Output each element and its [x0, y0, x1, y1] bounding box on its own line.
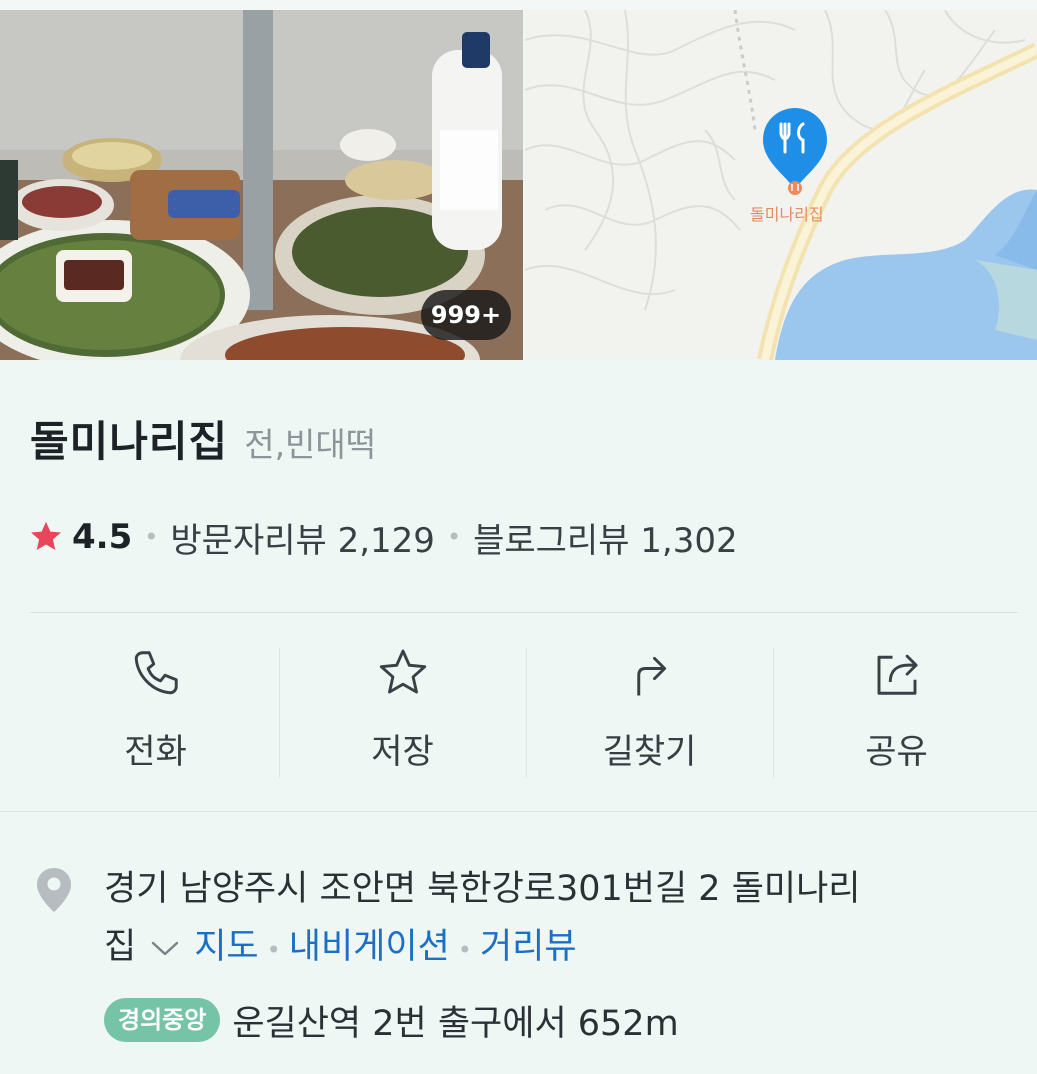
- separator-dot: •: [144, 523, 159, 551]
- star-rating-icon: [31, 521, 61, 551]
- map-link[interactable]: 지도: [194, 927, 258, 967]
- photo-count-badge[interactable]: 999+: [421, 290, 511, 340]
- phone-icon: [134, 651, 178, 695]
- share-button[interactable]: 공유: [773, 644, 1020, 779]
- separator-dot: •: [446, 523, 462, 551]
- place-name: 돌미나리집: [30, 417, 229, 466]
- review-summary: 4.5 • 방문자리뷰 2,129 • 블로그리뷰 1,302: [28, 512, 738, 562]
- address-block: 경기 남양주시 조안면 북한강로301번길 2 돌미나리 집 지도 • 내비게이션 • 거…: [104, 860, 1014, 979]
- place-category: 전,빈대떡: [244, 425, 377, 464]
- map-image: [525, 10, 1037, 360]
- share-icon: [877, 654, 918, 695]
- separator-dot: •: [266, 936, 281, 964]
- subway-line-badge: 경의중앙: [104, 998, 221, 1042]
- action-bar: 전화 저장 길찾기 공유: [32, 644, 1020, 779]
- directions-label: 길찾기: [602, 732, 697, 772]
- visitor-reviews-link[interactable]: 방문자리뷰 2,129: [170, 513, 435, 562]
- chevron-down-icon[interactable]: [150, 938, 180, 958]
- divider: [30, 612, 1018, 613]
- place-photo[interactable]: 999+: [0, 10, 523, 360]
- navigation-link[interactable]: 내비게이션: [289, 927, 450, 967]
- share-label: 공유: [865, 732, 928, 772]
- call-button[interactable]: 전화: [32, 644, 279, 779]
- save-label: 저장: [371, 732, 434, 772]
- street-view-link[interactable]: 거리뷰: [480, 927, 577, 967]
- map-pin-label: 돌미나리집: [750, 205, 824, 224]
- rating-value: 4.5: [72, 517, 133, 557]
- map-thumbnail[interactable]: 돌미나리집: [525, 10, 1037, 360]
- directions-button[interactable]: 길찾기: [526, 644, 773, 779]
- star-outline-icon: [379, 649, 426, 694]
- station-directions: 운길산역 2번 출구에서 652m: [232, 1003, 679, 1044]
- transit-row: 경의중앙 운길산역 2번 출구에서 652m: [104, 996, 679, 1044]
- place-title-row: 돌미나리집 전,빈대떡: [30, 408, 376, 478]
- blog-reviews-link[interactable]: 블로그리뷰 1,302: [473, 513, 738, 562]
- call-label: 전화: [124, 732, 187, 772]
- section-divider: [0, 811, 1037, 812]
- address-text: 경기 남양주시 조안면 북한강로301번길 2 돌미나리: [104, 869, 861, 909]
- separator-dot: •: [457, 936, 472, 964]
- save-button[interactable]: 저장: [279, 644, 526, 779]
- location-pin-icon: [37, 868, 71, 912]
- top-strip: [0, 0, 1037, 10]
- address-text-cont: 집: [104, 927, 137, 967]
- directions-icon: [636, 656, 666, 696]
